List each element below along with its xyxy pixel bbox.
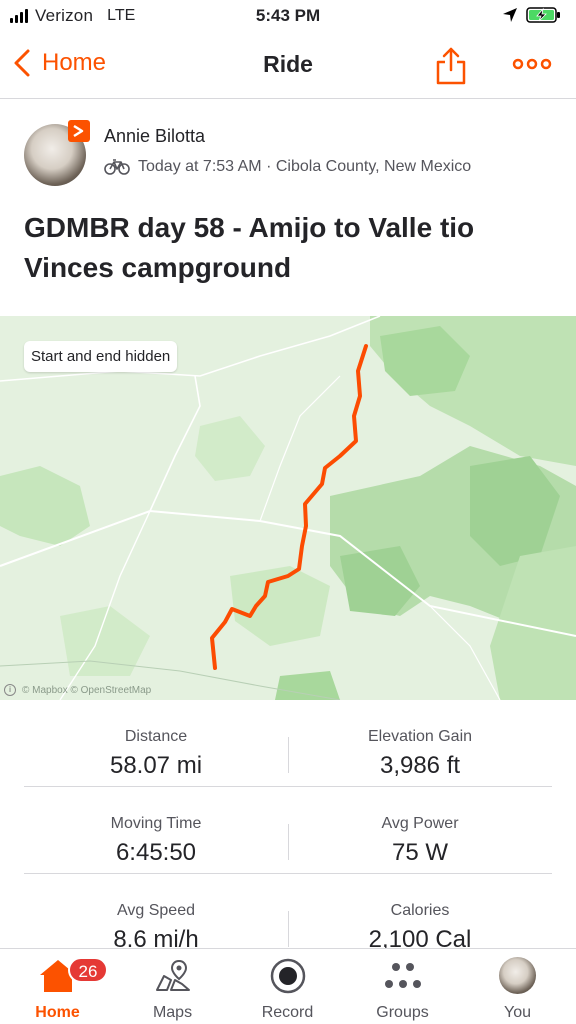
tab-label: Home <box>35 1004 80 1021</box>
avatar <box>499 957 536 994</box>
stat-label: Avg Power <box>381 815 459 832</box>
activity-meta-text: Today at 7:53 AM · Cibola County, New Me… <box>138 158 472 175</box>
tab-maps[interactable]: Maps <box>115 949 230 1024</box>
athlete-name[interactable]: Annie Bilotta <box>104 126 205 147</box>
stat-label: Avg Speed <box>117 902 195 919</box>
bike-icon <box>104 159 130 175</box>
stats-grid: Distance 58.07 mi Elevation Gain 3,986 f… <box>24 700 552 961</box>
stat-label: Calories <box>390 902 450 919</box>
groups-icon <box>385 963 421 988</box>
tab-home[interactable]: 26 Home <box>0 949 115 1024</box>
info-icon[interactable]: i <box>4 684 16 696</box>
stat-avg-speed: Avg Speed 8.6 mi/h <box>24 874 288 954</box>
map-terrain <box>0 316 576 700</box>
stat-distance: Distance 58.07 mi <box>24 700 288 780</box>
stat-label: Distance <box>124 728 188 745</box>
maps-icon <box>156 959 190 991</box>
back-label: Home <box>42 49 107 76</box>
athlete-header: Annie Bilotta Today at 7:53 AM · Cibola … <box>24 120 554 190</box>
back-button[interactable]: Home <box>12 48 106 78</box>
battery-charging-icon <box>526 7 560 23</box>
tab-label: Maps <box>152 1004 193 1021</box>
record-icon <box>270 958 306 994</box>
nav-bar: Home Ride <box>0 34 576 99</box>
tab-you[interactable]: You <box>460 949 575 1024</box>
strava-badge-icon <box>68 120 90 142</box>
status-right <box>502 6 562 24</box>
stat-value: 75 W <box>391 839 448 866</box>
status-time: 5:43 PM <box>255 6 321 25</box>
chevron-left-icon <box>14 49 30 77</box>
stat-value: 58.07 mi <box>109 752 203 779</box>
tab-groups[interactable]: Groups <box>345 949 460 1024</box>
stat-label: Elevation Gain <box>367 728 473 745</box>
status-bar: Verizon LTE 5:43 PM <box>0 0 576 34</box>
stat-value: 3,986 ft <box>379 752 461 779</box>
tab-bar: 26 Home Maps Record Groups You <box>0 948 576 1024</box>
privacy-pill: Start and end hidden <box>24 341 178 372</box>
stat-label: Moving Time <box>110 815 202 832</box>
share-icon[interactable] <box>434 46 468 86</box>
stat-value: 6:45:50 <box>115 839 197 866</box>
location-arrow-icon <box>503 8 517 22</box>
tab-label: Record <box>261 1004 314 1021</box>
route-map[interactable]: Start and end hidden i © Mapbox © OpenSt… <box>0 316 576 700</box>
stat-avg-power: Avg Power 75 W <box>288 787 552 867</box>
stat-calories: Calories 2,100 Cal <box>288 874 552 954</box>
tab-label: Groups <box>376 1004 429 1021</box>
map-attribution[interactable]: i © Mapbox © OpenStreetMap <box>4 684 151 696</box>
activity-meta: Today at 7:53 AM · Cibola County, New Me… <box>104 158 471 176</box>
stat-elevation-gain: Elevation Gain 3,986 ft <box>288 700 552 780</box>
more-icon[interactable] <box>510 52 554 76</box>
tab-record[interactable]: Record <box>230 949 345 1024</box>
attribution-text: © Mapbox © OpenStreetMap <box>22 684 152 696</box>
notification-badge: 26 <box>68 957 108 983</box>
stat-moving-time: Moving Time 6:45:50 <box>24 787 288 867</box>
activity-title: GDMBR day 58 - Amijo to Valle tio Vinces… <box>24 212 475 283</box>
stat-row: Moving Time 6:45:50 Avg Power 75 W <box>24 787 552 874</box>
tab-label: You <box>504 1004 531 1021</box>
stat-row: Distance 58.07 mi Elevation Gain 3,986 f… <box>24 700 552 787</box>
